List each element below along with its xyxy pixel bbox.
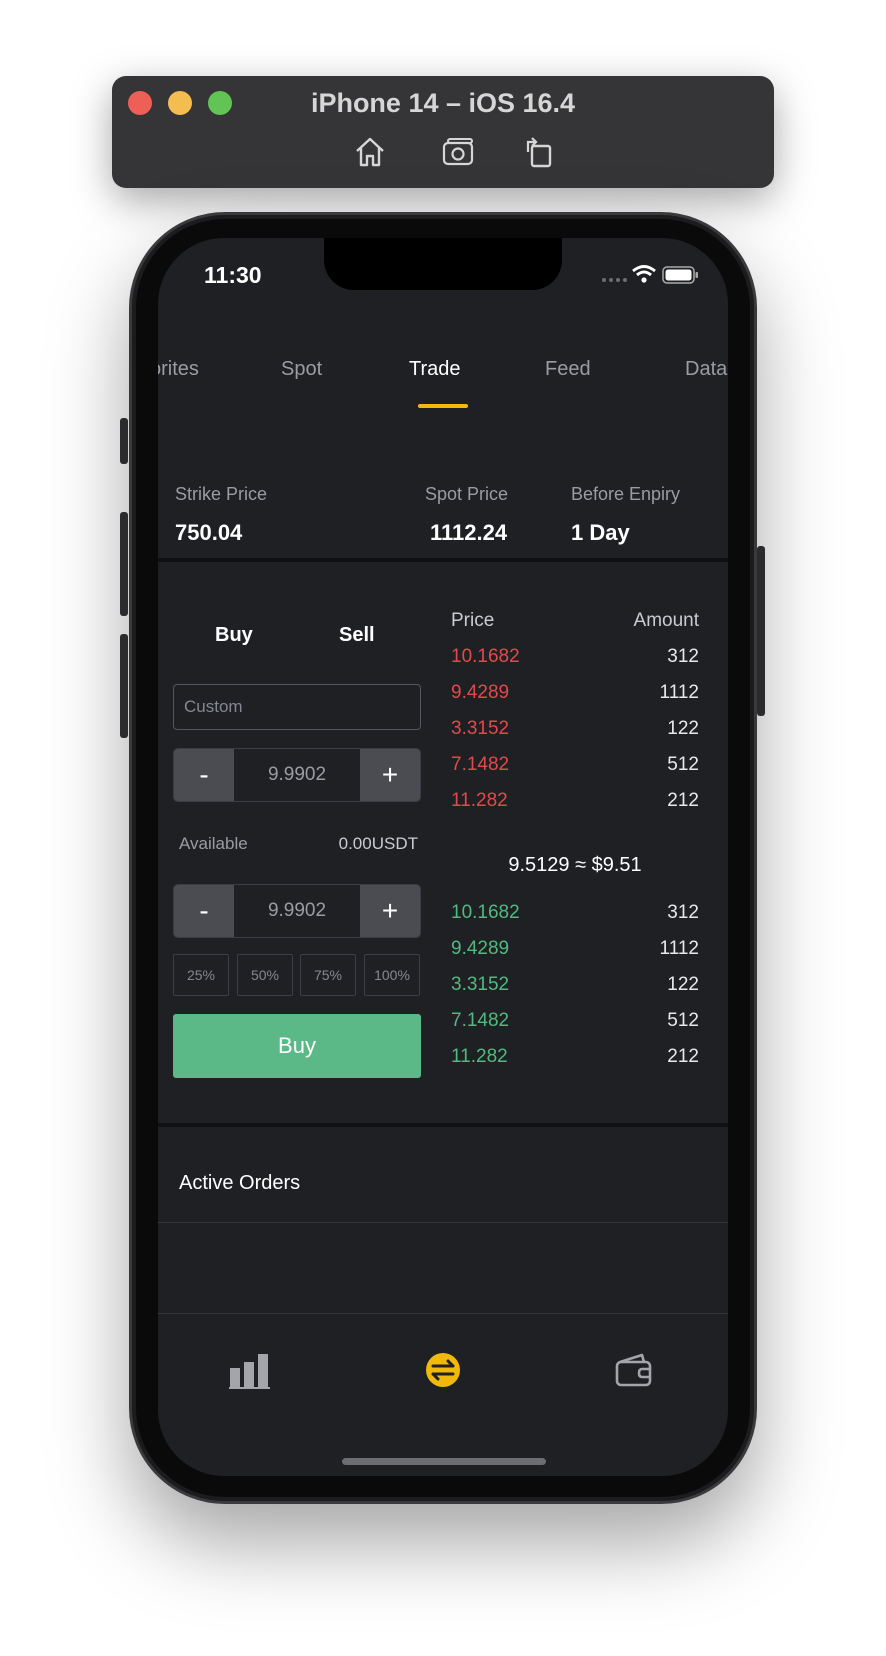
price-decrement-button[interactable]: - (174, 749, 234, 801)
ask-amount: 122 (667, 718, 699, 739)
rotate-icon[interactable] (520, 134, 556, 170)
percent-50-button[interactable]: 50% (237, 954, 293, 996)
active-tab-indicator (418, 404, 468, 408)
ask-row[interactable]: 10.1682 312 (451, 646, 699, 672)
ask-price: 10.1682 (451, 646, 520, 667)
simulator-title: iPhone 14 – iOS 16.4 (310, 88, 576, 118)
ask-row[interactable]: 11.282 212 (451, 790, 699, 816)
price-stepper: - 9.9902 + (173, 748, 421, 802)
bid-price: 7.1482 (451, 1010, 510, 1031)
tab-data[interactable]: Data (685, 358, 727, 381)
top-tabs: orites Spot Trade Feed Data (158, 358, 728, 418)
bid-price: 11.282 (451, 1046, 508, 1067)
bar-chart-icon[interactable] (228, 1350, 272, 1390)
tab-feed[interactable]: Feed (545, 358, 591, 381)
ask-price: 7.1482 (451, 754, 510, 775)
status-time: 11:30 (204, 262, 262, 288)
bid-amount: 1112 (659, 938, 699, 959)
tab-spot[interactable]: Spot (281, 358, 322, 381)
ask-price: 3.3152 (451, 718, 510, 739)
amount-stepper-value[interactable]: 9.9902 (234, 885, 360, 937)
percent-100-button[interactable]: 100% (364, 954, 420, 996)
ask-amount: 212 (667, 790, 699, 811)
strike-price-value: 750.04 (175, 520, 243, 545)
app-screen: 11:30 orites Spot Trade Feed Data Strike… (158, 238, 728, 1476)
bid-price: 10.1682 (451, 902, 520, 923)
available-label: Available (179, 834, 248, 853)
section-divider (158, 558, 728, 562)
tab-bar-divider (158, 1313, 728, 1314)
bid-price: 9.4289 (451, 938, 510, 959)
amount-increment-button[interactable]: + (360, 885, 420, 937)
percent-25-button[interactable]: 25% (173, 954, 229, 996)
cellular-icon (602, 278, 627, 282)
sell-tab[interactable]: Sell (339, 624, 375, 647)
ask-price: 11.282 (451, 790, 508, 811)
bid-price: 3.3152 (451, 974, 510, 995)
tab-favorites[interactable]: orites (158, 358, 199, 381)
bid-amount: 122 (667, 974, 699, 995)
screenshot-icon[interactable] (440, 134, 476, 170)
spot-price-label: Spot Price (425, 484, 509, 504)
percent-75-button[interactable]: 75% (300, 954, 356, 996)
simulator-title-bar: iPhone 14 – iOS 16.4 (112, 76, 774, 188)
bid-amount: 312 (667, 902, 699, 923)
expiry-label: Before Enpiry (571, 484, 681, 504)
notch (324, 238, 562, 290)
mute-switch (120, 418, 128, 464)
bid-row[interactable]: 11.282 212 (451, 1046, 699, 1072)
tab-trade[interactable]: Trade (409, 358, 461, 381)
spot-price-value: 1112.24 (430, 520, 508, 545)
status-icons (602, 265, 698, 284)
home-icon[interactable] (352, 134, 388, 170)
ask-amount: 1112 (659, 682, 699, 703)
bid-amount: 212 (667, 1046, 699, 1067)
swap-icon[interactable] (421, 1350, 465, 1390)
expiry-value: 1 Day (571, 520, 630, 545)
ask-amount: 512 (667, 754, 699, 775)
custom-input[interactable] (173, 684, 421, 730)
home-indicator (342, 1458, 546, 1465)
volume-down-button (120, 634, 128, 738)
wallet-icon[interactable] (612, 1350, 656, 1390)
bid-row[interactable]: 3.3152 122 (451, 974, 699, 1000)
wifi-icon (632, 265, 656, 283)
bid-amount: 512 (667, 1010, 699, 1031)
ask-price: 9.4289 (451, 682, 510, 703)
bid-row[interactable]: 7.1482 512 (451, 1010, 699, 1036)
section-divider (158, 1123, 728, 1127)
order-book-price-header: Price (451, 610, 495, 631)
available-value: 0.00USDT (338, 834, 418, 853)
amount-stepper: - 9.9902 + (173, 884, 421, 938)
ask-row[interactable]: 7.1482 512 (451, 754, 699, 780)
battery-icon (662, 266, 698, 284)
active-orders-title[interactable]: Active Orders (179, 1172, 300, 1195)
buy-button[interactable]: Buy (173, 1014, 421, 1078)
strike-price-label: Strike Price (175, 484, 268, 504)
ask-amount: 312 (667, 646, 699, 667)
volume-up-button (120, 512, 128, 616)
active-orders-divider (158, 1222, 728, 1223)
bid-row[interactable]: 9.4289 1112 (451, 938, 699, 964)
buy-tab[interactable]: Buy (215, 624, 253, 647)
price-stepper-value[interactable]: 9.9902 (234, 749, 360, 801)
price-increment-button[interactable]: + (360, 749, 420, 801)
amount-decrement-button[interactable]: - (174, 885, 234, 937)
order-book-amount-header: Amount (633, 610, 699, 631)
bid-row[interactable]: 10.1682 312 (451, 902, 699, 928)
mid-price: 9.5129 ≈ $9.51 (508, 854, 642, 876)
ask-row[interactable]: 3.3152 122 (451, 718, 699, 744)
ask-row[interactable]: 9.4289 1112 (451, 682, 699, 708)
power-button (757, 546, 765, 716)
